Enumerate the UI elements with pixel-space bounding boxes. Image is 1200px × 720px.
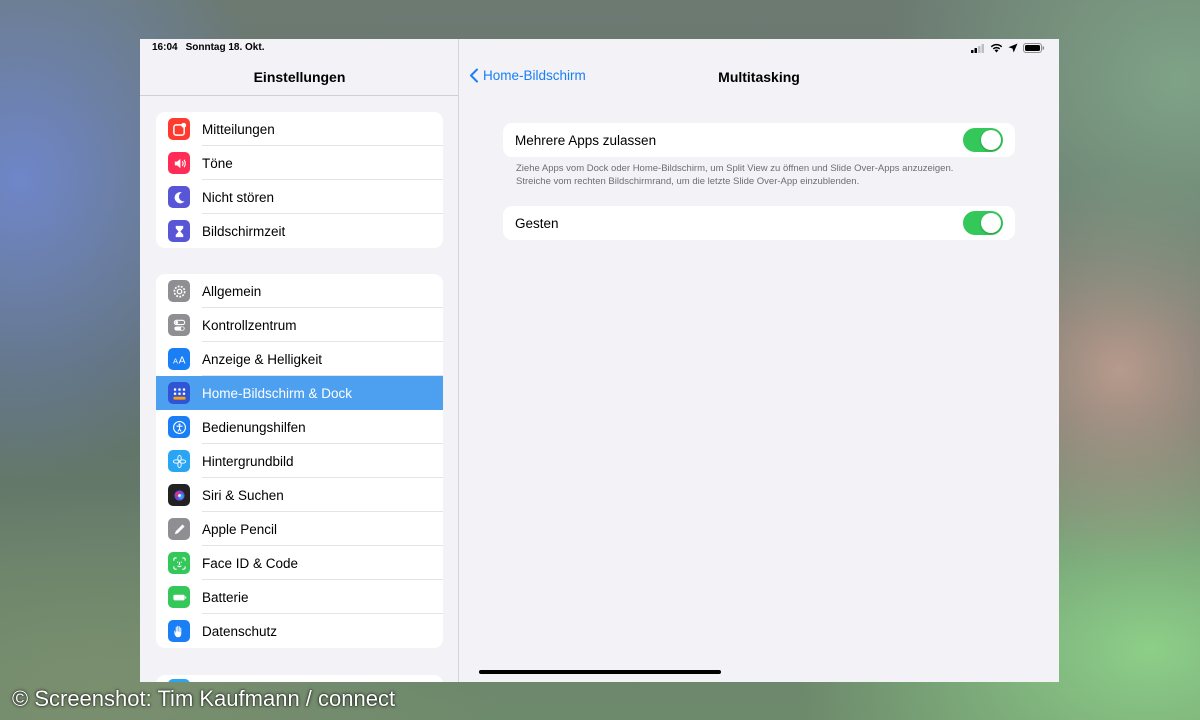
sidebar-item-label: Apple Pencil bbox=[202, 521, 278, 537]
toggle-knob bbox=[981, 213, 1001, 233]
sidebar-item-label: Bedienungshilfen bbox=[202, 419, 306, 435]
setting-label: Mehrere Apps zulassen bbox=[515, 132, 657, 148]
svg-text:A: A bbox=[172, 356, 177, 365]
sidebar-item-label: Nicht stören bbox=[202, 189, 275, 205]
footnote-line: Ziehe Apps vom Dock oder Home-Bildschirm… bbox=[516, 163, 954, 174]
pencil-icon bbox=[168, 518, 190, 540]
sidebar-item-face-id-code[interactable]: Face ID & Code bbox=[156, 546, 443, 580]
app-grid-icon bbox=[168, 382, 190, 404]
sidebar-item-anzeige-helligkeit[interactable]: AA Anzeige & Helligkeit bbox=[156, 342, 443, 376]
text-size-icon: AA bbox=[168, 348, 190, 370]
notifications-icon bbox=[168, 118, 190, 140]
copyright-watermark: © Screenshot: Tim Kaufmann / connect bbox=[12, 686, 396, 711]
face-id-icon bbox=[168, 552, 190, 574]
settings-group-2: Allgemein Kontrollzentrum AA Anzeige & H… bbox=[156, 274, 443, 648]
sidebar-item-label: Home-Bildschirm & Dock bbox=[202, 385, 353, 401]
switches-icon bbox=[168, 314, 190, 336]
battery-status-icon bbox=[1023, 43, 1045, 53]
sidebar-item-label: Mitteilungen bbox=[202, 121, 275, 137]
sidebar-item-batterie[interactable]: Batterie bbox=[156, 580, 443, 614]
sidebar-item-datenschutz[interactable]: Datenschutz bbox=[156, 614, 443, 648]
settings-group-3 bbox=[156, 675, 443, 682]
sidebar-item-siri-suchen[interactable]: Siri & Suchen bbox=[156, 478, 443, 512]
sidebar-item-label: Datenschutz bbox=[202, 623, 278, 639]
back-button[interactable]: Home-Bildschirm bbox=[469, 68, 586, 83]
detail-pane: Multitasking Home-Bildschirm Mehrere App… bbox=[459, 39, 1059, 682]
sidebar-item-bedienungshilfen[interactable]: Bedienungshilfen bbox=[156, 410, 443, 444]
cellular-signal-icon bbox=[971, 43, 984, 53]
status-time: 16:04 bbox=[152, 42, 178, 53]
sidebar-item-label: Töne bbox=[202, 155, 233, 171]
sidebar-item-nicht-stoeren[interactable]: Nicht stören bbox=[156, 180, 443, 214]
sidebar-item-bildschirmzeit[interactable]: Bildschirmzeit bbox=[156, 214, 443, 248]
back-button-label: Home-Bildschirm bbox=[483, 68, 586, 83]
sidebar-item-kontrollzentrum[interactable]: Kontrollzentrum bbox=[156, 308, 443, 342]
status-bar-left: 16:04 Sonntag 18. Okt. bbox=[152, 42, 264, 53]
home-indicator[interactable] bbox=[479, 670, 721, 674]
footnote-line: Streiche vom rechten Bildschirmrand, um … bbox=[516, 176, 860, 187]
sidebar-divider bbox=[140, 95, 458, 96]
gesten-toggle[interactable] bbox=[963, 211, 1003, 235]
setting-footnote: Ziehe Apps vom Dock oder Home-Bildschirm… bbox=[516, 162, 1016, 188]
sidebar-item-label: Bildschirmzeit bbox=[202, 223, 286, 239]
gear-icon bbox=[168, 280, 190, 302]
sidebar-item-label: Kontrollzentrum bbox=[202, 317, 297, 333]
siri-icon bbox=[168, 484, 190, 506]
sidebar-item-toene[interactable]: Töne bbox=[156, 146, 443, 180]
settings-sidebar: 16:04 Sonntag 18. Okt. Einstellungen Mit… bbox=[140, 39, 459, 682]
setting-row-mehrere-apps: Mehrere Apps zulassen bbox=[503, 123, 1015, 157]
location-arrow-icon bbox=[1008, 43, 1018, 53]
flower-icon bbox=[168, 450, 190, 472]
ipad-screen: 16:04 Sonntag 18. Okt. Einstellungen Mit… bbox=[140, 39, 1059, 682]
toggle-knob bbox=[981, 130, 1001, 150]
accessibility-icon bbox=[168, 416, 190, 438]
sidebar-item-label: Allgemein bbox=[202, 283, 262, 299]
sidebar-item-apple-pencil[interactable]: Apple Pencil bbox=[156, 512, 443, 546]
sidebar-title: Einstellungen bbox=[253, 69, 346, 85]
settings-group-1: Mitteilungen Töne Nicht stören Bildschir… bbox=[156, 112, 443, 248]
status-bar-right bbox=[971, 43, 1045, 53]
moon-icon bbox=[168, 186, 190, 208]
sidebar-item-label: Siri & Suchen bbox=[202, 487, 284, 503]
sidebar-item-hintergrundbild[interactable]: Hintergrundbild bbox=[156, 444, 443, 478]
status-date: Sonntag 18. Okt. bbox=[185, 42, 265, 53]
sidebar-item-label: Batterie bbox=[202, 589, 249, 605]
svg-text:A: A bbox=[178, 355, 185, 366]
chevron-left-icon bbox=[470, 68, 478, 83]
sidebar-item-allgemein[interactable]: Allgemein bbox=[156, 274, 443, 308]
sidebar-item-home-bildschirm-dock[interactable]: Home-Bildschirm & Dock bbox=[156, 376, 443, 410]
hourglass-icon bbox=[168, 220, 190, 242]
setting-row-gesten: Gesten bbox=[503, 206, 1015, 240]
mehrere-apps-toggle[interactable] bbox=[963, 128, 1003, 152]
wifi-icon bbox=[990, 43, 1003, 53]
sidebar-item-label: Face ID & Code bbox=[202, 555, 299, 571]
sidebar-item-mitteilungen[interactable]: Mitteilungen bbox=[156, 112, 443, 146]
partial-row-icon bbox=[168, 679, 190, 682]
sidebar-item-label: Hintergrundbild bbox=[202, 453, 294, 469]
speaker-icon bbox=[168, 152, 190, 174]
sidebar-item-label: Anzeige & Helligkeit bbox=[202, 351, 323, 367]
setting-label: Gesten bbox=[515, 215, 559, 231]
battery-icon bbox=[168, 586, 190, 608]
hand-icon bbox=[168, 620, 190, 642]
